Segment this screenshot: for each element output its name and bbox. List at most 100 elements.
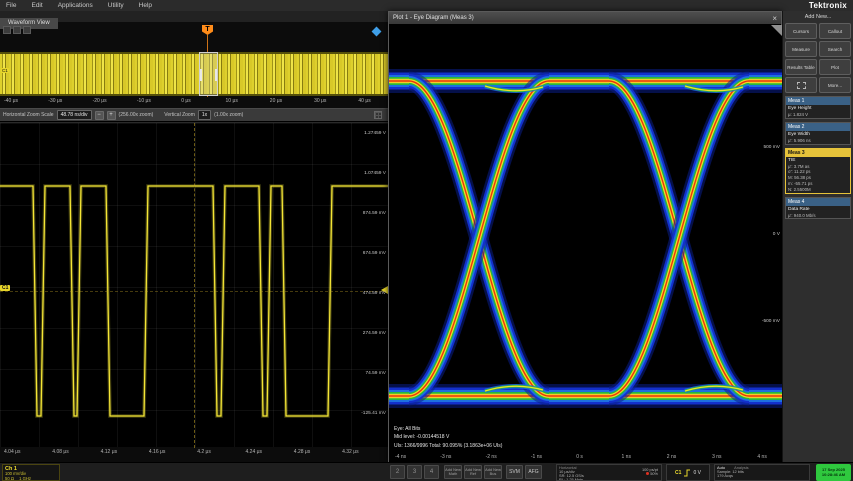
zoom-voltage-label: 74.59 mV <box>365 371 386 376</box>
channel-3-button[interactable]: 3 <box>407 465 422 479</box>
add-new-math-line2: Math <box>449 472 458 476</box>
eye-ui-count-line: UIs: 1366/9996 Total: 90.095% (3.1863e+0… <box>394 442 502 451</box>
add-new-math-button[interactable]: Add New Math <box>444 465 462 479</box>
measurement-badge-meas3[interactable]: Meas 3 TIE μ': 3.7M as σ': 11.22 ps M: 5… <box>785 148 851 194</box>
horizontal-zoom-scale-label: Horizontal Zoom Scale <box>3 112 54 118</box>
plot-button[interactable]: Plot <box>819 59 851 75</box>
eye-time-label: 0 s <box>576 454 583 460</box>
overview-tool-icon[interactable] <box>13 26 21 34</box>
zoom-time-axis: 4.04 μs4.08 μs4.12 μs4.16 μs4.2 μs4.24 μ… <box>0 448 388 460</box>
zoom-decrease-button[interactable]: − <box>95 111 104 120</box>
menu-bar: File Edit Applications Utility Help Tekt… <box>0 0 853 11</box>
trigger-position-marker[interactable]: T <box>202 25 213 35</box>
eye-time-label: -1 ns <box>531 454 542 460</box>
zoom-box-handle[interactable] <box>215 69 217 81</box>
overview-time-label: 20 μs <box>270 98 282 104</box>
zoom-voltage-label: 474.59 mV <box>363 291 386 296</box>
channel-marker-badge: C1 <box>1 68 9 73</box>
measure-button[interactable]: Measure <box>785 41 817 57</box>
panel-grid-icon[interactable] <box>374 111 382 119</box>
meas3-header: Meas 3 <box>786 149 850 157</box>
measurement-badge-meas2[interactable]: Meas 2 Eye Width μ': 5.906 ns <box>785 122 851 145</box>
zoom-voltage-label: -125.41 mV <box>361 411 386 416</box>
datetime-button[interactable]: 17 Sep 2025 10:28:46 AM <box>816 464 851 481</box>
overview-time-label: 30 μs <box>314 98 326 104</box>
overview-time-label: -10 μs <box>137 98 151 104</box>
acquisition-panel[interactable]: Auto Analysis Sample: 12 bits 179 Acqs <box>714 464 810 481</box>
meas4-name: Data Rate <box>786 206 850 213</box>
more-button[interactable]: More... <box>819 77 851 93</box>
channel-1-badge[interactable]: Ch 1 100 mV/div 50 Ω 1 GHz <box>2 464 60 481</box>
eye-time-label: 1 ns <box>622 454 631 460</box>
measurement-badge-meas1[interactable]: Meas 1 Eye Height μ: 1.824 V <box>785 96 851 119</box>
cursors-button[interactable]: Cursors <box>785 23 817 39</box>
meas3-name: TIE <box>786 157 850 164</box>
plot-window-title: Plot 1 - Eye Diagram (Meas 3) <box>393 15 474 21</box>
zoom-time-label: 4.12 μs <box>101 449 118 455</box>
search-button-label: Search <box>828 47 843 52</box>
add-new-ref-button[interactable]: Add New Ref <box>464 465 482 479</box>
channel-4-button[interactable]: 4 <box>424 465 439 479</box>
eye-time-label: -3 ns <box>440 454 451 460</box>
eye-diagram-window: Plot 1 - Eye Diagram (Meas 3) × Eye: All… <box>388 11 782 462</box>
zoom-region-box[interactable] <box>199 52 218 96</box>
menu-help[interactable]: Help <box>139 2 152 9</box>
zoom-time-label: 4.08 μs <box>52 449 69 455</box>
close-icon[interactable]: × <box>772 14 777 23</box>
horizontal-zoom-scale-value[interactable]: 48.78 ns/div <box>57 110 92 120</box>
add-new-label: Add New... <box>783 11 853 23</box>
tekscope-application: File Edit Applications Utility Help Tekt… <box>0 0 853 481</box>
svm-button[interactable]: SVM <box>506 465 523 479</box>
eye-voltage-label: 0 V <box>773 232 780 237</box>
eye-diagram-plot[interactable]: Eye: All Bits Mid level: -0.00144518 V U… <box>389 25 783 463</box>
eye-time-label: 2 ns <box>667 454 676 460</box>
menu-utility[interactable]: Utility <box>108 2 124 9</box>
view-tab-strip: Waveform View <box>0 11 388 22</box>
vertical-zoom-label: Vertical Zoom <box>164 112 195 118</box>
zoom-time-label: 4.16 μs <box>149 449 166 455</box>
overview-tool-icon[interactable] <box>23 26 31 34</box>
zoom-waveform-plot[interactable]: C1 1.27459 V1.07459 V874.59 mV674.59 mV4… <box>0 122 388 447</box>
meas2-header: Meas 2 <box>786 123 850 131</box>
zoom-icon[interactable] <box>372 27 382 37</box>
horizontal-settings-panel[interactable]: Horizontal 10 μs/div SR: 12.5 GS/s RL: 1… <box>556 464 662 481</box>
meas2-value: μ': 5.906 ns <box>786 138 850 144</box>
trigger-settings-panel[interactable]: C1 0 V <box>666 464 710 481</box>
zoom-time-label: 4.2 μs <box>197 449 211 455</box>
zoom-time-label: 4.28 μs <box>294 449 311 455</box>
channel-2-button[interactable]: 2 <box>390 465 405 479</box>
overview-toolbar <box>3 26 31 34</box>
tektronix-logo: Tektronix <box>809 1 847 10</box>
zoom-increase-button[interactable]: + <box>107 111 116 120</box>
channel-1-bandwidth: 1 GHz <box>19 476 31 481</box>
cursors-button-label: Cursors <box>793 29 809 34</box>
menu-edit[interactable]: Edit <box>31 2 42 9</box>
overview-tool-icon[interactable] <box>3 26 11 34</box>
menu-applications[interactable]: Applications <box>58 2 93 9</box>
eye-time-label: 3 ns <box>712 454 721 460</box>
trigger-level-line <box>0 291 388 292</box>
add-new-bus-button[interactable]: Add New Bus <box>484 465 502 479</box>
eye-voltage-label: 500 mV <box>763 145 780 150</box>
afg-button[interactable]: AFG <box>525 465 542 479</box>
vertical-zoom-factor: (1.00x zoom) <box>214 112 243 118</box>
waveform-overview-strip[interactable]: C1 <box>0 52 388 96</box>
meas1-value: μ: 1.824 V <box>786 112 850 118</box>
results-table-button[interactable]: Results Table <box>785 59 817 75</box>
search-button[interactable]: Search <box>819 41 851 57</box>
zoom-voltage-label: 1.07459 V <box>364 171 386 176</box>
overview-time-axis: -40 μs-30 μs-20 μs-10 μs0 μs10 μs20 μs30… <box>0 97 388 107</box>
draw-a-box-button[interactable] <box>785 77 817 93</box>
measurement-badge-meas4[interactable]: Meas 4 Data Rate μ': 940.0 Mb/s <box>785 197 851 220</box>
callout-button[interactable]: Callout <box>819 23 851 39</box>
eye-source-line: Eye: All Bits <box>394 425 502 434</box>
zoom-box-handle[interactable] <box>200 69 202 81</box>
channel-1-marker[interactable]: C1 <box>0 285 10 291</box>
horizontal-zoom-factor: (256.00x zoom) <box>119 112 154 118</box>
plot-window-titlebar[interactable]: Plot 1 - Eye Diagram (Meas 3) × <box>389 12 781 25</box>
zoom-time-label: 4.32 μs <box>342 449 359 455</box>
eye-time-axis: -4 ns-3 ns-2 ns-1 ns0 s1 ns2 ns3 ns4 ns <box>389 454 783 462</box>
eye-statistics: Eye: All Bits Mid level: -0.00144518 V U… <box>394 425 502 451</box>
menu-file[interactable]: File <box>6 2 16 9</box>
vertical-zoom-value[interactable]: 1x <box>198 110 211 120</box>
